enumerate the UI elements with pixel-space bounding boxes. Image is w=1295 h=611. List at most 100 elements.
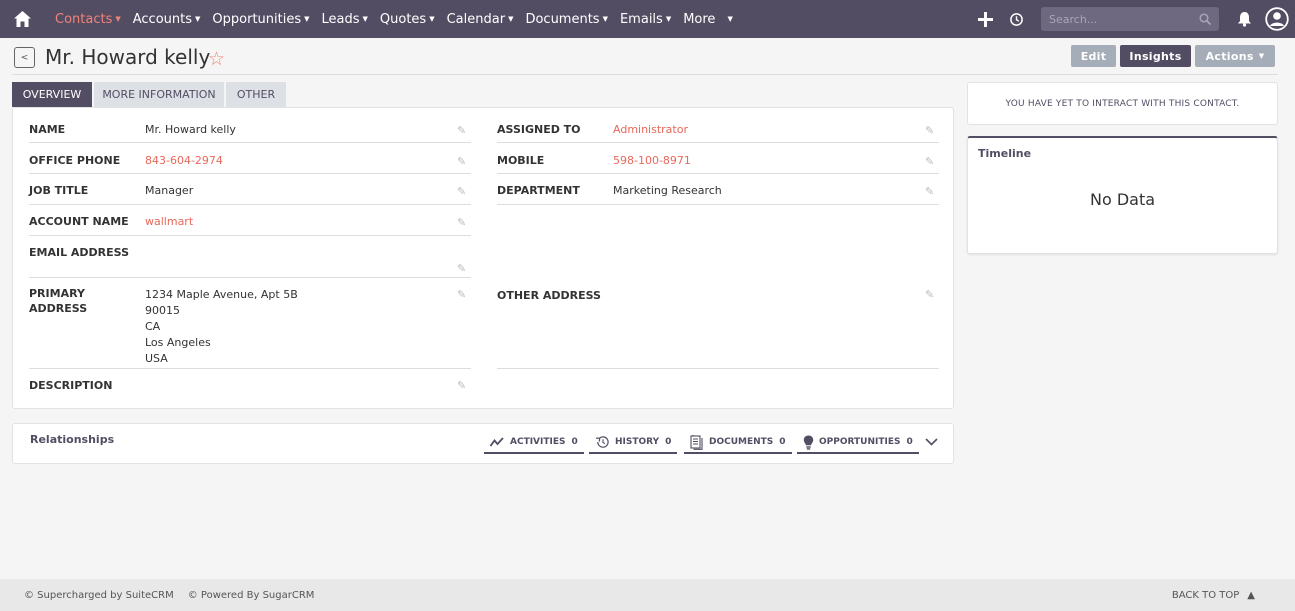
relationships-panel: Relationships ACTIVITIES 0 HISTORY 0 DOCUM… xyxy=(12,423,954,464)
primary-address-label: PRIMARY ADDRESS xyxy=(29,287,88,315)
nav-item-accounts[interactable]: Accounts ▼ xyxy=(133,12,201,27)
nav-item-opportunities[interactable]: Opportunities ▼ xyxy=(212,12,309,27)
edit-pencil-icon[interactable]: ✎ xyxy=(457,262,466,275)
favorite-star-icon[interactable]: ☆ xyxy=(208,48,225,70)
nav-item-contacts[interactable]: Contacts ▼ xyxy=(55,12,121,27)
row-divider xyxy=(497,368,939,369)
tab-other[interactable]: OTHER xyxy=(226,82,286,107)
account-name-link[interactable]: wallmart xyxy=(145,214,193,230)
row-divider xyxy=(29,368,471,369)
email-address-label: EMAIL ADDRESS xyxy=(29,246,130,259)
nav-item-calendar[interactable]: Calendar ▼ xyxy=(447,12,514,27)
caret-down-icon: ▼ xyxy=(195,15,201,23)
nav-item-quotes[interactable]: Quotes ▼ xyxy=(380,12,435,27)
timeline-panel: Timeline No Data xyxy=(967,136,1278,254)
search-icon[interactable] xyxy=(1199,13,1211,25)
row-divider xyxy=(29,173,471,174)
nav-item-more[interactable]: More ▼ xyxy=(683,12,733,27)
back-button[interactable]: < xyxy=(14,47,35,68)
home-icon[interactable] xyxy=(0,0,44,38)
activity-icon xyxy=(490,437,504,447)
caret-down-icon: ▼ xyxy=(115,15,121,23)
edit-pencil-icon[interactable]: ✎ xyxy=(925,288,934,301)
nav-item-emails[interactable]: Emails ▼ xyxy=(620,12,671,27)
insights-button[interactable]: Insights xyxy=(1120,45,1191,67)
footer-suitecrm-link[interactable]: © Supercharged by SuiteCRM xyxy=(24,590,174,601)
rel-tab-documents[interactable]: DOCUMENTS 0 xyxy=(684,432,792,454)
main-menu: Contacts ▼ Accounts ▼ Opportunities ▼ Leads… xyxy=(55,0,745,38)
recent-history-icon[interactable] xyxy=(1001,0,1032,38)
office-phone-link[interactable]: 843-604-2974 xyxy=(145,153,223,169)
arrow-up-icon: ▲ xyxy=(1247,589,1255,601)
name-label: NAME xyxy=(29,123,66,136)
overview-panel: NAME Mr. Howard kelly ✎ ASSIGNED TO Admi… xyxy=(12,107,954,409)
caret-down-icon: ▼ xyxy=(727,15,733,23)
row-divider xyxy=(29,204,471,205)
tab-more-information[interactable]: MORE INFORMATION xyxy=(94,82,224,107)
edit-pencil-icon[interactable]: ✎ xyxy=(925,124,934,137)
description-label: DESCRIPTION xyxy=(29,379,113,392)
account-name-label: ACCOUNT NAME xyxy=(29,215,129,228)
page-footer: © Supercharged by SuiteCRM © Powered By … xyxy=(0,579,1295,611)
mobile-link[interactable]: 598-100-8971 xyxy=(613,153,691,169)
caret-down-icon: ▼ xyxy=(665,15,672,23)
notifications-bell-icon[interactable] xyxy=(1229,0,1260,38)
lightbulb-icon xyxy=(803,435,814,450)
page-title: Mr. Howard kelly xyxy=(45,45,211,69)
job-title-value: Manager xyxy=(145,184,194,197)
assigned-to-link[interactable]: Administrator xyxy=(613,122,688,138)
caret-down-icon: ▼ xyxy=(429,15,435,23)
primary-address-value: 1234 Maple Avenue, Apt 5B 90015 CA Los A… xyxy=(145,288,298,365)
nav-right-tools xyxy=(970,0,1295,38)
edit-pencil-icon[interactable]: ✎ xyxy=(925,185,934,198)
edit-button[interactable]: Edit xyxy=(1071,45,1116,67)
assigned-to-label: ASSIGNED TO xyxy=(497,123,581,136)
job-title-label: JOB TITLE xyxy=(29,184,89,197)
history-icon xyxy=(595,436,609,448)
edit-pencil-icon[interactable]: ✎ xyxy=(457,216,466,229)
other-address-label: OTHER ADDRESS xyxy=(497,289,601,302)
rel-tab-history[interactable]: HISTORY 0 xyxy=(589,432,678,454)
create-plus-icon[interactable] xyxy=(970,0,1001,38)
global-search[interactable] xyxy=(1041,7,1219,31)
row-divider xyxy=(29,142,471,143)
edit-pencil-icon[interactable]: ✎ xyxy=(457,155,466,168)
user-avatar-icon[interactable] xyxy=(1260,0,1293,38)
edit-pencil-icon[interactable]: ✎ xyxy=(457,185,466,198)
back-to-top-button[interactable]: BACK TO TOP ▲ xyxy=(1172,579,1255,611)
header-divider xyxy=(12,74,1278,75)
caret-down-icon: ▼ xyxy=(362,15,368,23)
caret-down-icon: ▼ xyxy=(304,15,310,23)
edit-pencil-icon[interactable]: ✎ xyxy=(457,124,466,137)
footer-sugarcrm-link[interactable]: © Powered By SugarCRM xyxy=(188,590,315,601)
top-navbar: Contacts ▼ Accounts ▼ Opportunities ▼ Leads… xyxy=(0,0,1295,38)
edit-pencil-icon[interactable]: ✎ xyxy=(925,155,934,168)
tab-overview[interactable]: OVERVIEW xyxy=(12,82,92,107)
timeline-empty-message: No Data xyxy=(1089,190,1156,209)
caret-down-icon: ▼ xyxy=(508,15,514,23)
nav-item-documents[interactable]: Documents ▼ xyxy=(525,12,608,27)
department-value: Marketing Research xyxy=(613,184,722,197)
rel-tab-opportunities[interactable]: OPPORTUNITIES 0 xyxy=(797,432,919,454)
row-divider xyxy=(497,173,939,174)
actions-button[interactable]: Actions ▼ xyxy=(1195,45,1275,67)
nav-item-leads[interactable]: Leads ▼ xyxy=(322,12,368,27)
timeline-title: Timeline xyxy=(978,147,1032,160)
department-label: DEPARTMENT xyxy=(497,184,580,197)
mobile-label: MOBILE xyxy=(497,154,545,167)
row-divider xyxy=(29,277,471,278)
relationships-title: Relationships xyxy=(30,433,115,446)
caret-down-icon: ▼ xyxy=(602,15,608,23)
office-phone-label: OFFICE PHONE xyxy=(29,154,121,167)
document-icon xyxy=(690,434,703,450)
rel-tab-activities[interactable]: ACTIVITIES 0 xyxy=(484,432,584,454)
edit-pencil-icon[interactable]: ✎ xyxy=(457,379,466,392)
chevron-down-icon[interactable] xyxy=(925,436,938,449)
interaction-notice: YOU HAVE YET TO INTERACT WITH THIS CONTA… xyxy=(967,82,1278,125)
row-divider xyxy=(497,142,939,143)
edit-pencil-icon[interactable]: ✎ xyxy=(457,288,466,301)
row-divider xyxy=(29,235,471,236)
search-input[interactable] xyxy=(1049,12,1189,26)
caret-down-icon: ▼ xyxy=(1258,52,1265,60)
row-divider xyxy=(497,204,939,205)
